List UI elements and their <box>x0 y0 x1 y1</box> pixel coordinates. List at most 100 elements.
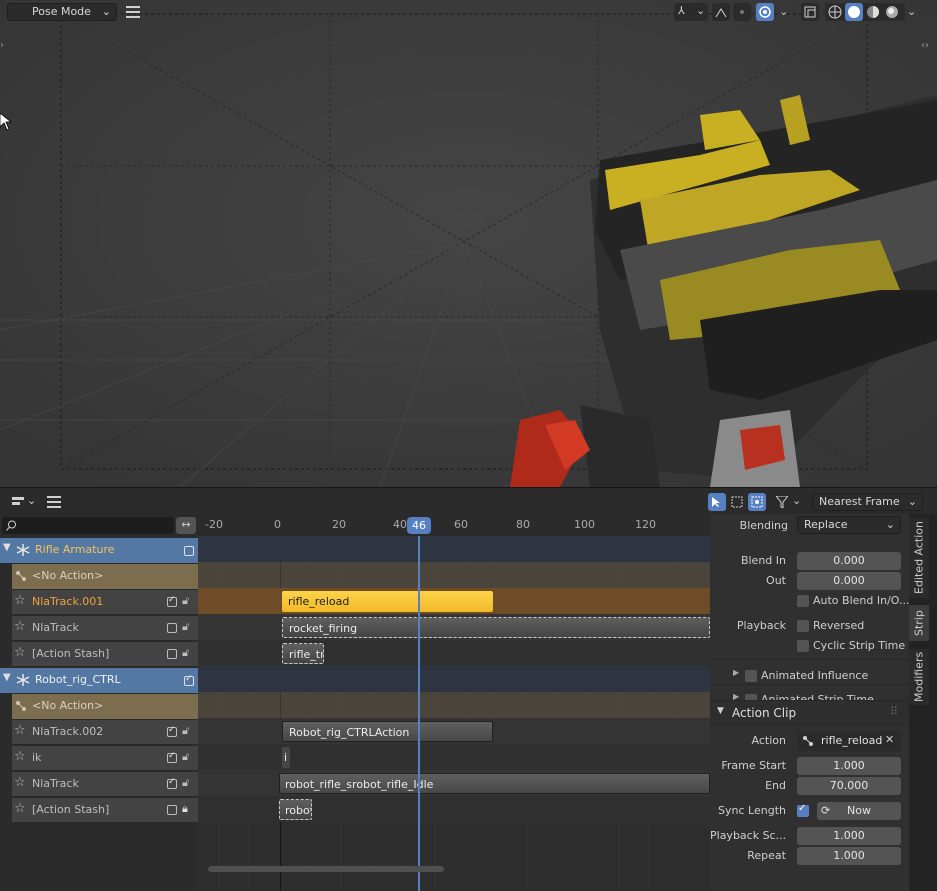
star-icon[interactable]: ☆ <box>14 775 26 790</box>
blend-in-field[interactable]: 0.000 <box>797 552 901 570</box>
track-mute-checkbox[interactable] <box>167 777 177 789</box>
channel-action-stash[interactable]: ☆ [Action Stash] 🔓︎ <box>12 642 198 667</box>
strip-rifle-tran[interactable]: rifle_tran <box>282 643 324 664</box>
strip-robot-ctrl-action[interactable]: Robot_rig_CTRLAction <box>282 721 493 742</box>
blending-select[interactable]: Replace ⌄ <box>797 516 901 534</box>
overlay-toggle-icon[interactable] <box>756 3 774 21</box>
channel-nlatrack-2[interactable]: ☆ NlaTrack 🔓︎ <box>12 772 198 797</box>
channel-group-robot-rig[interactable]: ▼ Robot_rig_CTRL <box>0 668 198 693</box>
channel-nlatrack[interactable]: ☆ NlaTrack 🔓︎ <box>12 616 198 641</box>
chevron-down-icon[interactable]: ⌄ <box>779 5 788 18</box>
channel-ik[interactable]: ☆ ik 🔓︎ <box>12 746 198 771</box>
unlock-icon[interactable]: 🔓︎ <box>182 646 189 660</box>
sync-now-button[interactable]: ⟳ Now <box>817 802 901 820</box>
tab-strip[interactable]: Strip <box>909 605 929 641</box>
auto-blend-checkbox[interactable] <box>797 595 809 607</box>
drag-handle-icon[interactable]: ⠿ <box>890 705 898 718</box>
animated-influence-checkbox[interactable] <box>745 670 757 682</box>
collapse-triangle-icon[interactable]: ▼ <box>3 672 11 683</box>
lock-icon[interactable]: 🔒︎ <box>182 802 188 816</box>
channel-nlatrack-002[interactable]: ☆ NlaTrack.002 🔓︎ <box>12 720 198 745</box>
timeline-area[interactable]: -20 0 20 40 60 80 100 120 rifle_reload r… <box>198 514 710 891</box>
box-select-icon[interactable] <box>728 493 746 511</box>
toolbar-expand-icon[interactable]: › <box>0 40 4 51</box>
hamburger-icon[interactable] <box>45 493 63 511</box>
strip-robot-ri[interactable]: robot_ri <box>279 799 312 820</box>
track-mute-checkbox[interactable] <box>167 751 177 763</box>
sidebar-expand-icon[interactable]: ‹› <box>921 40 929 51</box>
horizontal-scrollbar[interactable] <box>208 866 444 872</box>
group-checkbox[interactable] <box>184 674 194 686</box>
strip-robot-idle[interactable]: robot_rifle_srobot_rifle_Idle <box>279 773 710 794</box>
unlock-icon[interactable]: 🔓︎ <box>182 724 189 738</box>
chevron-down-icon[interactable]: ⌄ <box>907 5 916 18</box>
tab-modifiers[interactable]: Modifiers <box>909 649 929 705</box>
track-mute-checkbox[interactable] <box>167 623 177 633</box>
current-frame-indicator[interactable]: 46 <box>407 517 431 534</box>
collapse-triangle-icon[interactable]: ▼ <box>3 542 11 553</box>
action-field[interactable]: rifle_reload ✕ <box>797 731 901 751</box>
channel-label: <No Action> <box>32 569 104 582</box>
track-mute-checkbox[interactable] <box>167 595 177 607</box>
channel-no-action[interactable]: <No Action> <box>12 694 198 719</box>
transform-orientation-select[interactable]: ⅄ ⌄ <box>674 3 708 21</box>
unlock-icon[interactable]: 🔓︎ <box>182 620 189 634</box>
sync-length-checkbox[interactable]: ✓ <box>797 803 809 817</box>
unlock-icon[interactable]: 🔓︎ <box>182 750 189 764</box>
blending-label: Blending <box>739 519 788 532</box>
xray-toggle-icon[interactable] <box>801 3 819 21</box>
filter-select[interactable]: ⌄ <box>772 493 804 511</box>
tab-edited-action[interactable]: Edited Action <box>909 518 929 598</box>
strip-rifle-reload[interactable]: rifle_reload <box>282 591 493 612</box>
expand-triangle-icon[interactable]: ▶ <box>733 668 739 677</box>
star-icon[interactable]: ☆ <box>14 619 26 634</box>
rendered-shading-icon[interactable] <box>883 3 901 21</box>
star-icon[interactable]: ☆ <box>14 723 26 738</box>
snap-label: Nearest Frame <box>819 495 900 508</box>
playback-scale-field[interactable]: 1.000 <box>797 827 901 845</box>
repeat-field[interactable]: 1.000 <box>797 847 901 865</box>
hamburger-icon[interactable] <box>124 3 142 21</box>
editor-type-select[interactable]: ⌄ <box>7 493 37 511</box>
reversed-checkbox[interactable] <box>797 620 809 632</box>
mode-select[interactable]: Pose Mode ⌄ <box>7 3 117 21</box>
unlock-icon[interactable]: 🔓︎ <box>182 594 189 608</box>
channel-no-action[interactable]: <No Action> <box>12 564 198 589</box>
swap-icon[interactable]: ↔ <box>176 517 196 534</box>
pivot-icon[interactable] <box>733 3 751 21</box>
track-mute-checkbox[interactable] <box>167 805 177 815</box>
cyclic-checkbox[interactable] <box>797 640 809 652</box>
chevron-down-icon: ⌄ <box>907 495 917 508</box>
snap-select[interactable]: Nearest Frame ⌄ <box>812 493 923 511</box>
gizmo-toggle-icon[interactable] <box>712 3 730 21</box>
mode-label: Pose Mode <box>32 5 91 18</box>
material-shading-icon[interactable] <box>864 3 882 21</box>
blend-out-field[interactable]: 0.000 <box>797 572 901 590</box>
close-icon[interactable]: ✕ <box>885 733 894 746</box>
track-mute-checkbox[interactable] <box>167 649 177 659</box>
tick-label: 20 <box>332 518 346 531</box>
playhead-line <box>418 536 420 891</box>
channel-action-stash-2[interactable]: ☆ [Action Stash] 🔒︎ <box>12 798 198 823</box>
group-checkbox[interactable] <box>184 546 194 556</box>
channel-nlatrack-001[interactable]: ☆ NlaTrack.001 🔓︎ <box>12 590 198 615</box>
star-icon[interactable]: ☆ <box>14 749 26 764</box>
wireframe-shading-icon[interactable] <box>826 3 844 21</box>
unlock-icon[interactable]: 🔓︎ <box>182 776 189 790</box>
channel-group-rifle-armature[interactable]: ▼ Rifle Armature <box>0 538 198 563</box>
solid-shading-icon[interactable] <box>845 3 863 21</box>
frame-start-field[interactable]: 1.000 <box>797 757 901 775</box>
strip-rocket-firing[interactable]: rocket_firing <box>282 617 710 638</box>
select-tool-icon[interactable] <box>708 493 726 511</box>
action-clip-header[interactable]: ▼ Action Clip ⠿ <box>710 700 909 726</box>
track-mute-checkbox[interactable] <box>167 725 177 737</box>
frame-end-field[interactable]: 70.000 <box>797 777 901 795</box>
only-selected-icon[interactable] <box>748 493 766 511</box>
search-input[interactable] <box>2 517 174 534</box>
star-icon[interactable]: ☆ <box>14 645 26 660</box>
strip-ik[interactable]: i <box>282 747 290 768</box>
star-icon[interactable]: ☆ <box>14 593 26 608</box>
channel-search-bar: ↔ <box>0 516 198 536</box>
star-icon[interactable]: ☆ <box>14 801 26 816</box>
3d-viewport[interactable]: Pose Mode ⌄ ⅄ ⌄ ⌄ ⌄ › ‹› <box>0 0 937 487</box>
